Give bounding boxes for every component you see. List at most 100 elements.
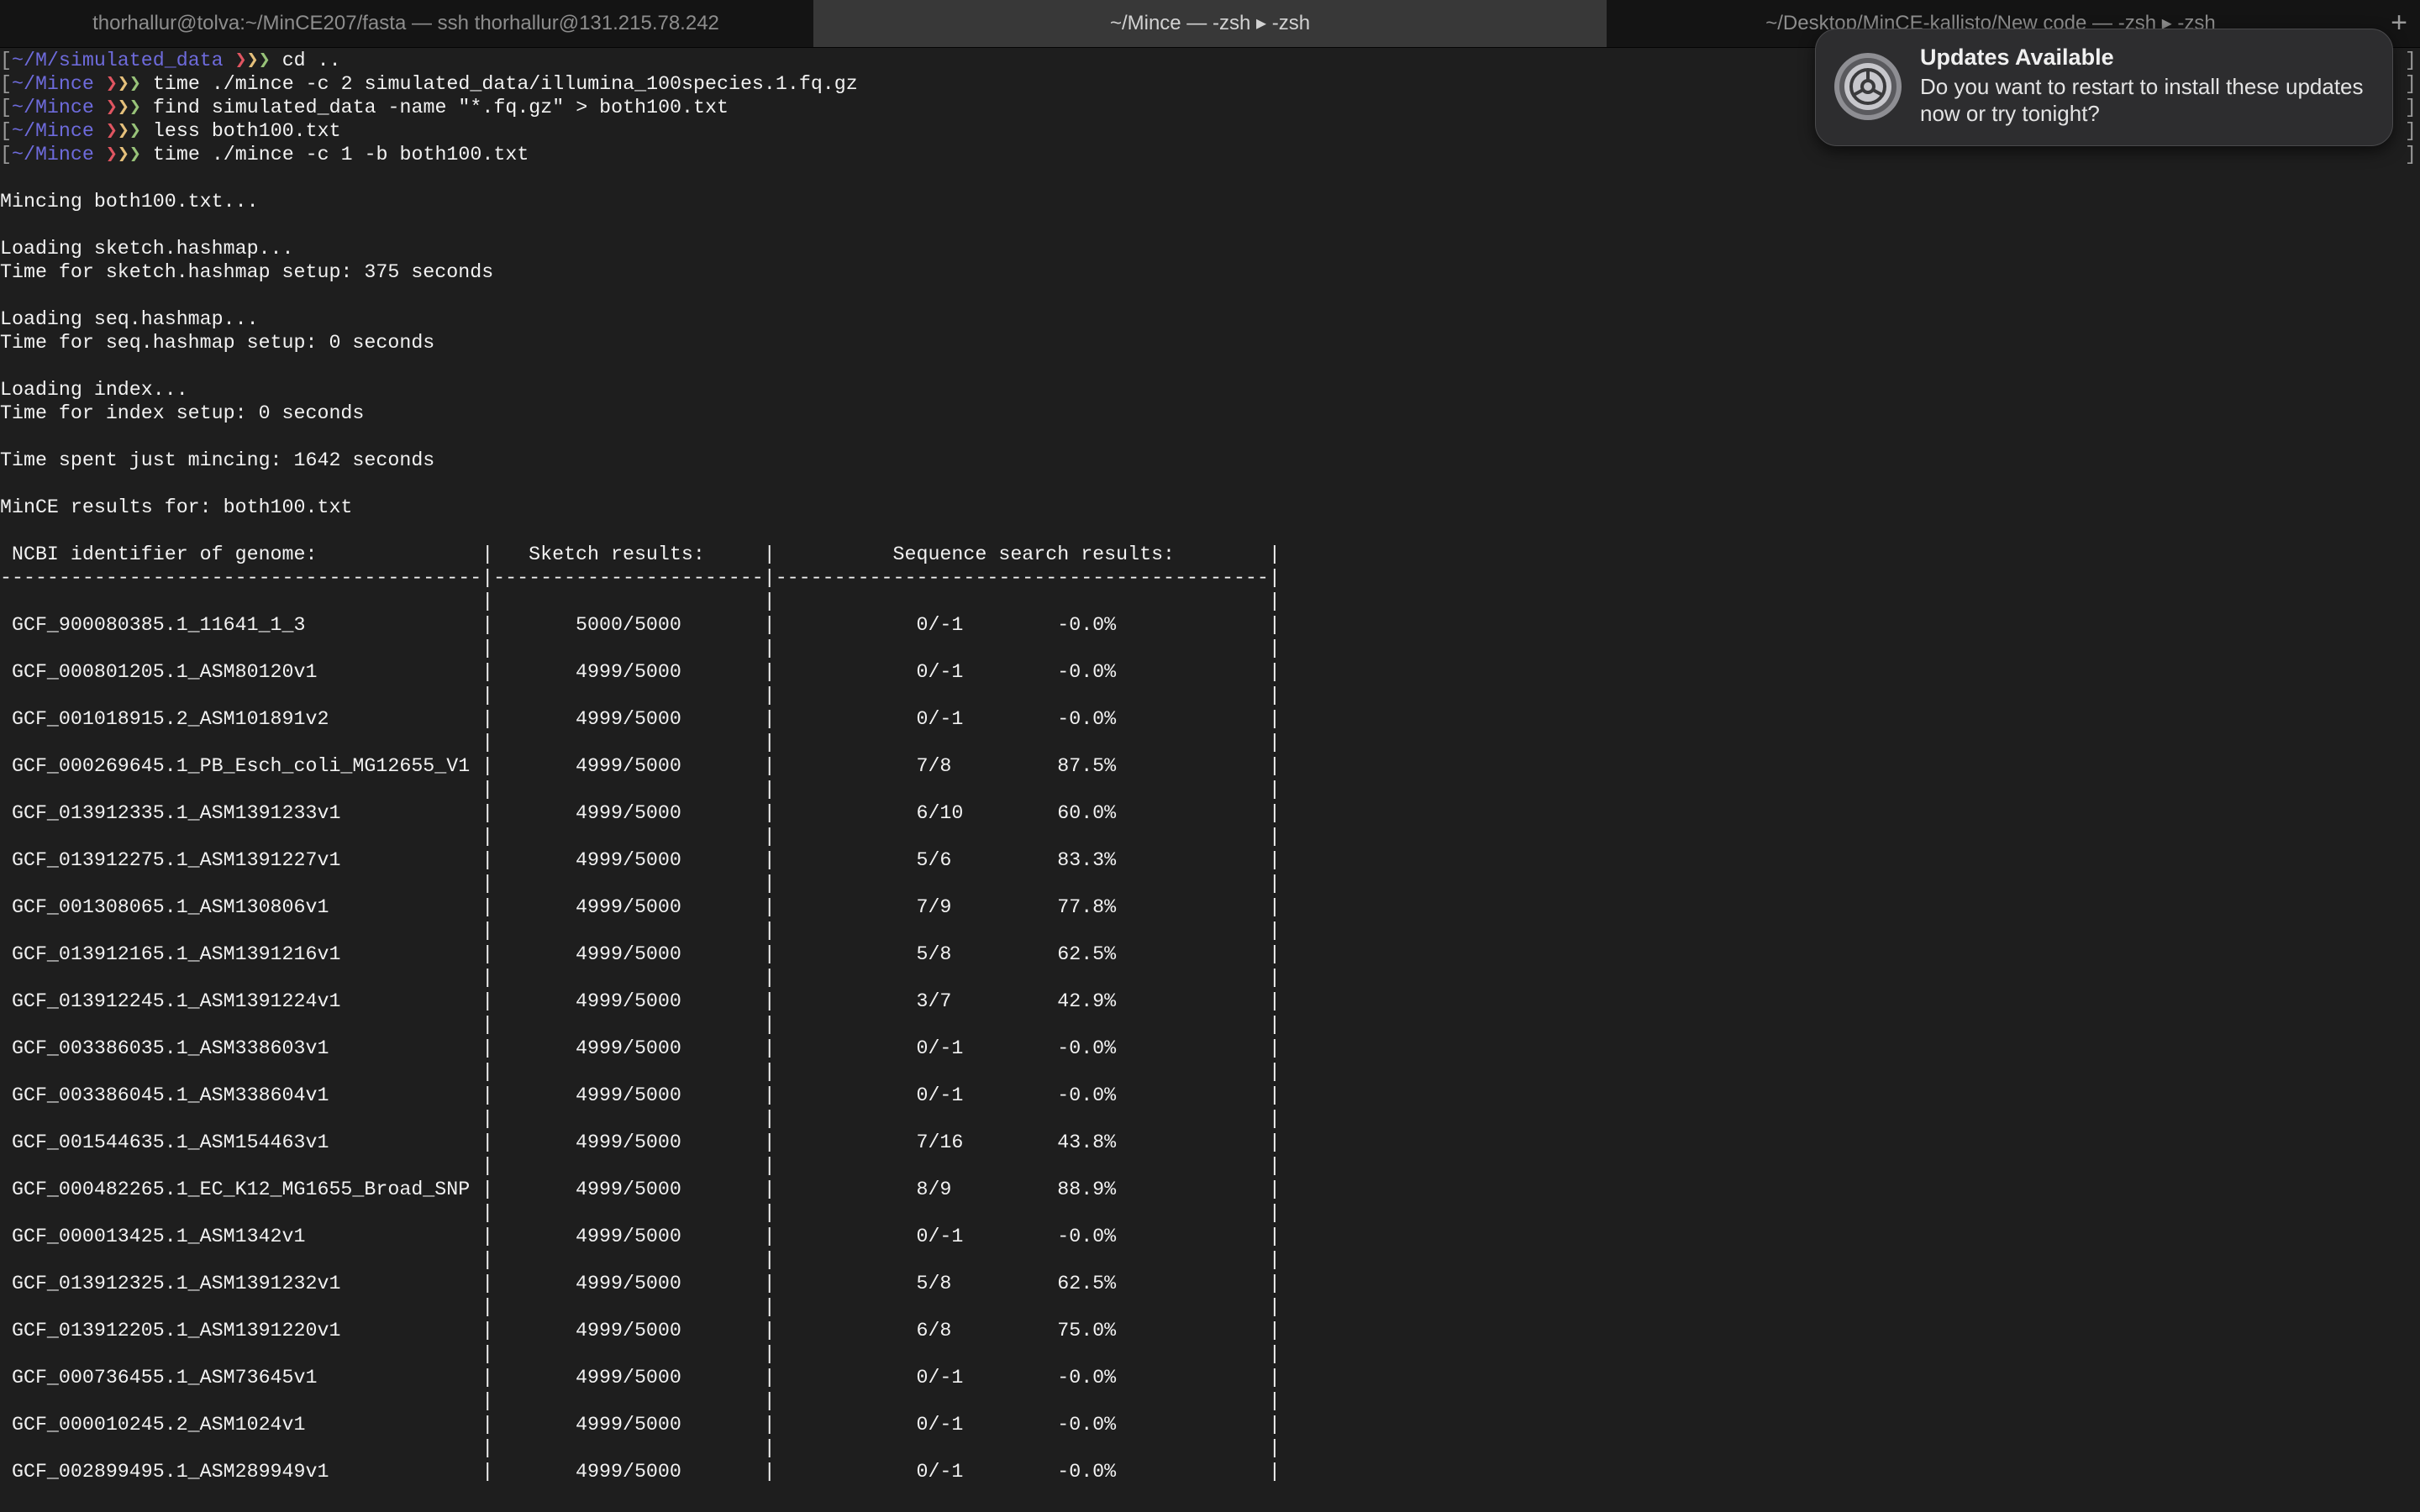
table-header: NCBI identifier of genome: | Sketch resu… <box>0 543 1281 565</box>
prompt-arrow-icon: ❯ <box>117 120 129 142</box>
prompt-right-bracket: ] <box>2405 120 2417 142</box>
table-row: GCF_013912275.1_ASM1391227v1 | 4999/5000… <box>0 849 1281 871</box>
terminal-output[interactable]: [~/M/simulated_data ❯❯❯ cd .. [~/Mince ❯❯… <box>0 49 2420 1512</box>
output-line: Time spent just mincing: 1642 seconds <box>0 449 435 471</box>
prompt-path: ~/Mince <box>11 144 94 165</box>
table-row: GCF_013912245.1_ASM1391224v1 | 4999/5000… <box>0 990 1281 1012</box>
notification-title: Updates Available <box>1920 45 2114 70</box>
table-spacer: | | | <box>0 732 1281 753</box>
table-row: GCF_900080385.1_11641_1_3 | 5000/5000 | … <box>0 614 1281 636</box>
prompt-bracket: [ <box>0 144 12 165</box>
table-row: GCF_003386035.1_ASM338603v1 | 4999/5000 … <box>0 1037 1281 1059</box>
prompt-right-bracket: ] <box>2405 50 2417 71</box>
table-row: GCF_013912325.1_ASM1391232v1 | 4999/5000… <box>0 1273 1281 1294</box>
table-row: GCF_013912165.1_ASM1391216v1 | 4999/5000… <box>0 943 1281 965</box>
output-line: Time for seq.hashmap setup: 0 seconds <box>0 332 435 354</box>
table-spacer: | | | <box>0 591 1281 612</box>
prompt-arrow-icon: ❯ <box>258 50 271 71</box>
table-spacer: | | | <box>0 1202 1281 1224</box>
table-row: GCF_013912335.1_ASM1391233v1 | 4999/5000… <box>0 802 1281 824</box>
output-line: Loading index... <box>0 379 188 401</box>
prompt-path: ~/Mince <box>11 73 94 95</box>
table-spacer: | | | <box>0 1343 1281 1365</box>
command-line: [~/Mince ❯❯❯ time ./mince -c 1 -b both10… <box>0 143 2420 166</box>
prompt-bracket: [ <box>0 120 12 142</box>
table-spacer: | | | <box>0 920 1281 942</box>
command-text: time ./mince -c 2 simulated_data/illumin… <box>152 73 858 95</box>
table-row: GCF_000269645.1_PB_Esch_coli_MG12655_V1 … <box>0 755 1281 777</box>
prompt-right-bracket: ] <box>2405 97 2417 118</box>
table-spacer: | | | <box>0 873 1281 895</box>
results-table: NCBI identifier of genome: | Sketch resu… <box>0 543 2420 1483</box>
prompt-right-bracket: ] <box>2405 144 2417 165</box>
output-line: Time for sketch.hashmap setup: 375 secon… <box>0 261 494 283</box>
table-row: GCF_000013425.1_ASM1342v1 | 4999/5000 | … <box>0 1226 1281 1247</box>
right-edge-brackets: ]]]]] <box>2405 49 2420 166</box>
table-row: GCF_001544635.1_ASM154463v1 | 4999/5000 … <box>0 1131 1281 1153</box>
notification-body: Do you want to restart to install these … <box>1920 74 2364 126</box>
table-spacer: | | | <box>0 1249 1281 1271</box>
prompt-arrow-icon: ❯ <box>117 144 129 165</box>
table-row: GCF_000482265.1_EC_K12_MG1655_Broad_SNP … <box>0 1179 1281 1200</box>
table-spacer: | | | <box>0 1437 1281 1459</box>
tab-mince-zsh[interactable]: ~/Mince — -zsh ▸ -zsh <box>813 0 1607 47</box>
table-spacer: | | | <box>0 826 1281 848</box>
prompt-arrow-icon: ❯ <box>117 73 129 95</box>
table-row: GCF_013912205.1_ASM1391220v1 | 4999/5000… <box>0 1320 1281 1341</box>
table-separator: ----------------------------------------… <box>0 567 1281 589</box>
prompt-arrow-icon: ❯ <box>129 97 141 118</box>
prompt-arrow-icon: ❯ <box>105 120 118 142</box>
command-text: cd .. <box>281 50 341 71</box>
table-row: GCF_003386045.1_ASM338604v1 | 4999/5000 … <box>0 1084 1281 1106</box>
command-text: find simulated_data -name "*.fq.gz" > bo… <box>152 97 729 118</box>
output-line: MinCE results for: both100.txt <box>0 496 353 518</box>
table-spacer: | | | <box>0 1108 1281 1130</box>
prompt-arrow-icon: ❯ <box>129 120 141 142</box>
output-line: Loading seq.hashmap... <box>0 308 259 330</box>
table-spacer: | | | <box>0 779 1281 801</box>
output-line: Loading sketch.hashmap... <box>0 238 294 260</box>
table-spacer: | | | <box>0 1014 1281 1036</box>
prompt-arrow-icon: ❯ <box>105 73 118 95</box>
prompt-bracket: [ <box>0 50 12 71</box>
prompt-arrow-icon: ❯ <box>234 50 247 71</box>
table-row: GCF_002899495.1_ASM289949v1 | 4999/5000 … <box>0 1461 1281 1483</box>
table-row: GCF_001308065.1_ASM130806v1 | 4999/5000 … <box>0 896 1281 918</box>
table-spacer: | | | <box>0 638 1281 659</box>
tab-ssh-session[interactable]: thorhallur@tolva:~/MinCE207/fasta — ssh … <box>0 0 812 47</box>
command-text: time ./mince -c 1 -b both100.txt <box>152 144 529 165</box>
table-row: GCF_000010245.2_ASM1024v1 | 4999/5000 | … <box>0 1414 1281 1436</box>
prompt-arrow-icon: ❯ <box>129 73 141 95</box>
prompt-path: ~/Mince <box>11 120 94 142</box>
prompt-arrow-icon: ❯ <box>105 144 118 165</box>
table-spacer: | | | <box>0 685 1281 706</box>
prompt-path: ~/M/simulated_data <box>11 50 224 71</box>
prompt-arrow-icon: ❯ <box>117 97 129 118</box>
table-spacer: | | | <box>0 1061 1281 1083</box>
updates-notification[interactable]: Updates Available Do you want to restart… <box>1815 29 2393 146</box>
system-preferences-gear-icon <box>1834 53 1902 120</box>
command-text: less both100.txt <box>152 120 341 142</box>
output-line: Time for index setup: 0 seconds <box>0 402 365 424</box>
table-spacer: | | | <box>0 1296 1281 1318</box>
prompt-right-bracket: ] <box>2405 73 2417 95</box>
prompt-arrow-icon: ❯ <box>105 97 118 118</box>
table-spacer: | | | <box>0 1390 1281 1412</box>
prompt-arrow-icon: ❯ <box>246 50 259 71</box>
output-line: Mincing both100.txt... <box>0 191 259 213</box>
table-row: GCF_000801205.1_ASM80120v1 | 4999/5000 |… <box>0 661 1281 683</box>
prompt-bracket: [ <box>0 73 12 95</box>
prompt-path: ~/Mince <box>11 97 94 118</box>
table-row: GCF_001018915.2_ASM101891v2 | 4999/5000 … <box>0 708 1281 730</box>
table-spacer: | | | <box>0 1155 1281 1177</box>
program-output: Mincing both100.txt... Loading sketch.has… <box>0 166 2420 543</box>
prompt-bracket: [ <box>0 97 12 118</box>
table-spacer: | | | <box>0 967 1281 989</box>
